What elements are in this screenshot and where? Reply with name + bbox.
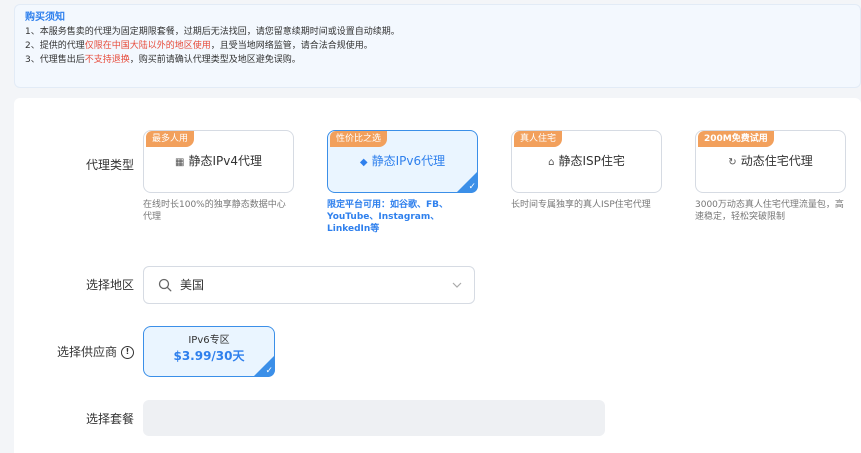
- proxy-type-name: 静态IPv4代理: [188, 154, 262, 168]
- region-select[interactable]: 美国: [143, 266, 475, 304]
- proxy-type-name: 静态IPv6代理: [371, 154, 446, 168]
- notice-line-2: 2、提供的代理仅限在中国大陆以外的地区使用，且受当地网络监管，请合法合规使用。: [25, 41, 373, 51]
- plan-placeholder: [143, 400, 605, 436]
- proxy-type-desc: 在线时长100%的独享静态数据中心代理: [143, 200, 286, 222]
- notice-line-1: 1、本服务售卖的代理为固定期限套餐，过期后无法找回，请您留意续期时间或设置自动续…: [25, 27, 400, 37]
- supplier-label: 选择供应商: [56, 345, 117, 359]
- layers-icon: ◆: [359, 157, 368, 168]
- supplier-name: IPv6专区: [188, 335, 230, 346]
- purchase-page: 购买须知 1、本服务售卖的代理为固定期限套餐，过期后无法找回，请您留意续期时间或…: [0, 0, 861, 453]
- chevron-down-icon: [452, 282, 462, 288]
- home-icon: ⌂: [548, 157, 555, 168]
- proxy-type-desc: 长时间专属独享的真人ISP住宅代理: [511, 200, 651, 210]
- proxy-type-tag: 200M免费试用: [698, 131, 774, 147]
- proxy-type-card-isp[interactable]: 真人住宅 ⌂ 静态ISP住宅: [511, 130, 662, 193]
- selected-check-icon: ✓: [456, 171, 478, 193]
- purchase-form: 代理类型 最多人用 ▦ 静态IPv4代理 在线时长100%的独享静态数据中心代理 …: [14, 98, 861, 453]
- purchase-notice: 购买须知 1、本服务售卖的代理为固定期限套餐，过期后无法找回，请您留意续期时间或…: [14, 4, 861, 88]
- proxy-type-desc: 限定平台可用：如谷歌、FB、YouTube、Instagram、LinkedIn…: [327, 200, 449, 234]
- supplier-label-row: 选择供应商 !: [28, 344, 134, 360]
- proxy-type-tag: 真人住宅: [514, 131, 563, 147]
- proxy-type-card-ipv4[interactable]: 最多人用 ▦ 静态IPv4代理: [143, 130, 294, 193]
- proxy-type-card-ipv6[interactable]: 性价比之选 ◆ 静态IPv6代理 ✓: [327, 130, 478, 193]
- search-icon: [158, 278, 172, 292]
- region-value: 美国: [180, 278, 205, 292]
- notice-warning-text: 仅限在中国大陆以外的地区使用: [84, 41, 211, 51]
- supplier-card-ipv6[interactable]: IPv6专区 $3.99/30天 ✓: [143, 326, 275, 377]
- proxy-type-label: 代理类型: [85, 158, 134, 172]
- refresh-icon: ↻: [728, 157, 737, 168]
- selected-check-icon: ✓: [253, 355, 275, 377]
- info-icon[interactable]: !: [121, 345, 134, 359]
- notice-warning-text: 不支持退换: [84, 55, 130, 65]
- proxy-type-name: 静态ISP住宅: [558, 154, 625, 168]
- proxy-type-tag: 性价比之选: [330, 131, 388, 147]
- proxy-type-name: 动态住宅代理: [740, 154, 813, 168]
- proxy-type-tag: 最多人用: [146, 131, 195, 147]
- notice-title: 购买须知: [25, 12, 65, 23]
- notice-line-3: 3、代理售出后不支持退换，购买前请确认代理类型及地区避免误购。: [25, 55, 301, 65]
- server-icon: ▦: [175, 157, 185, 168]
- proxy-type-card-dynamic[interactable]: 200M免费试用 ↻ 动态住宅代理: [695, 130, 846, 193]
- proxy-type-desc: 3000万动态真人住宅代理流量包，高速稳定，轻松突破限制: [695, 200, 844, 222]
- region-label: 选择地区: [85, 278, 134, 292]
- plan-label: 选择套餐: [85, 412, 134, 426]
